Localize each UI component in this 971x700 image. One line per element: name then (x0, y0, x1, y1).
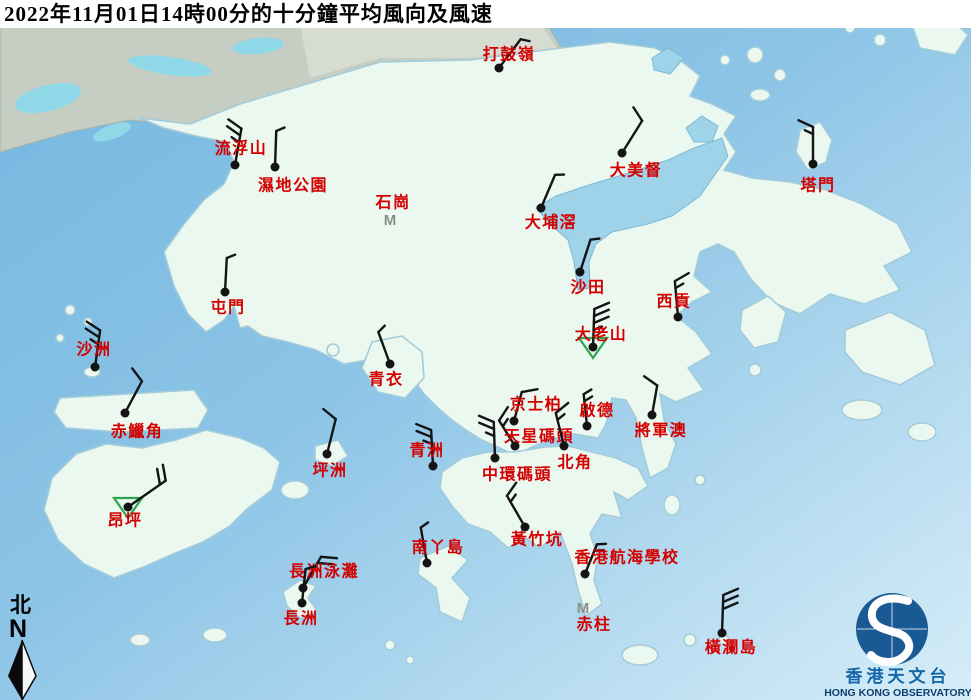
station-label-ta-kwu-ling: 打鼓嶺 (483, 45, 536, 64)
station-label-shek-kong: 石崗 (374, 193, 410, 212)
station-label-sha-chau: 沙洲 (76, 341, 111, 359)
station-dot (271, 163, 280, 172)
station-label-tai-mei-tuk: 大美督 (610, 161, 663, 180)
station-label-sha-tin: 沙田 (570, 279, 605, 297)
station-dot (323, 450, 332, 459)
page-title: 2022年11月01日14時00分的十分鐘平均風向及風速 (0, 0, 971, 28)
station-dot (121, 409, 130, 418)
station-label-cheung-chau: 長洲 (283, 610, 318, 628)
station-dot (221, 288, 230, 297)
station-dot (124, 503, 133, 512)
station-dot (576, 268, 585, 277)
north-cjk-label: 北 (10, 593, 31, 617)
wind-barb-stem (275, 131, 276, 167)
station-dot (674, 313, 683, 322)
station-label-tap-mun: 塔門 (800, 176, 835, 195)
station-label-ngong-ping: 昂坪 (107, 512, 142, 530)
station-dot (510, 417, 519, 426)
station-dot (560, 442, 569, 451)
no-data-marker: M (577, 600, 590, 617)
station-label-tates-cairn: 大老山 (575, 325, 628, 344)
station-label-wetland-park: 濕地公園 (258, 176, 328, 195)
station-label-kai-tak: 啟德 (579, 401, 614, 420)
station-dot (521, 523, 530, 532)
map-svg: 打鼓嶺流浮山濕地公園M石崗大美督塔門大埔滘沙田屯門西貢沙洲大老山青衣赤鱲角京士柏… (0, 0, 971, 700)
logo-en-text: HONG KONG OBSERVATORY (824, 687, 971, 699)
station-dot (809, 160, 818, 169)
station-label-chek-lap-kok: 赤鱲角 (111, 422, 164, 441)
station-label-tuen-mun: 屯門 (210, 298, 245, 317)
north-n-label: N (9, 615, 27, 643)
station-label-tseung-kwan-o: 將軍澳 (635, 421, 688, 440)
station-label-tai-po-kau: 大埔滘 (525, 213, 578, 232)
wind-barb-stem (494, 422, 495, 458)
station-dot (423, 559, 432, 568)
station-label-peng-chau: 坪洲 (312, 462, 347, 480)
station-dot (429, 462, 438, 471)
station-label-north-point: 北角 (557, 453, 592, 472)
station-label-wong-chuk-hang: 黃竹坑 (510, 530, 564, 549)
station-label-tsing-yi: 青衣 (368, 370, 403, 389)
station-dot (386, 360, 395, 369)
station-dot (589, 343, 598, 352)
station-dot (231, 161, 240, 170)
hei-ling-chau-island (281, 481, 309, 499)
station-dot (718, 629, 727, 638)
station-label-lamma-island: 南丫島 (412, 538, 465, 557)
station-dot (91, 363, 100, 372)
station-dot (583, 422, 592, 431)
no-data-marker: M (384, 212, 397, 229)
station-dot (618, 149, 627, 158)
station-label-kings-park: 京士柏 (510, 395, 563, 414)
ma-wan-island (327, 344, 339, 356)
wind-barb-tick (591, 239, 600, 240)
wind-barb-tick (321, 557, 337, 558)
station-label-hk-sea-school: 香港航海學校 (573, 548, 679, 567)
logo-cjk-text: 香港天文台 (846, 666, 951, 686)
station-label-cheung-chau-beach: 長洲泳灘 (289, 562, 359, 581)
station-label-lau-fau-shan: 流浮山 (215, 139, 268, 158)
station-label-waglan-island: 橫瀾島 (705, 638, 758, 657)
station-label-stanley: 赤柱 (576, 615, 611, 634)
station-dot (495, 64, 504, 73)
station-dot (537, 204, 546, 213)
wind-map-screenshot: 打鼓嶺流浮山濕地公園M石崗大美督塔門大埔滘沙田屯門西貢沙洲大老山青衣赤鱲角京士柏… (0, 0, 971, 700)
station-label-central-pier: 中環碼頭 (482, 465, 552, 484)
station-label-sai-kung: 西貢 (656, 293, 691, 311)
station-dot (581, 570, 590, 579)
station-dot (491, 454, 500, 463)
station-dot (648, 411, 657, 420)
station-dot (298, 599, 307, 608)
station-label-green-island: 青洲 (409, 441, 444, 460)
